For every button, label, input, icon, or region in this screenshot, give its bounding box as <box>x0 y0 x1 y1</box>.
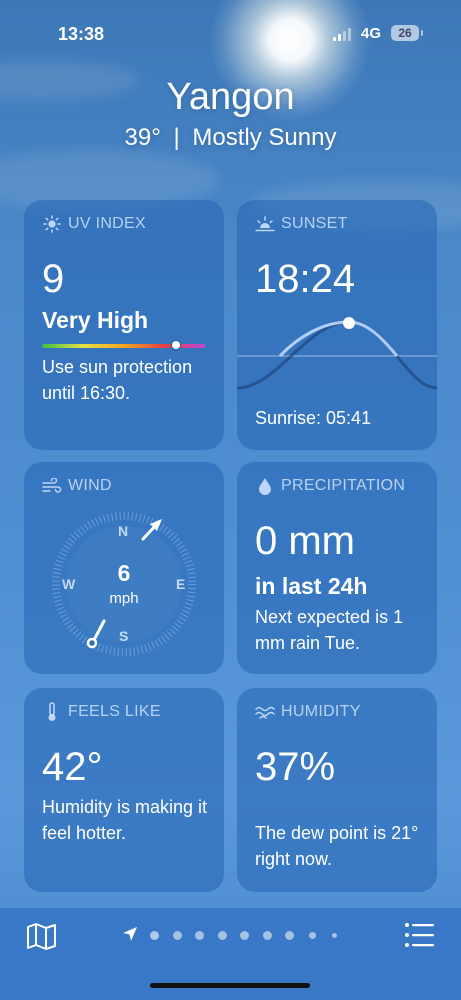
separator: | <box>173 124 180 151</box>
uv-level-marker <box>171 341 180 349</box>
uv-scale-bar <box>42 344 205 348</box>
home-indicator[interactable] <box>150 983 310 988</box>
sunrise-time: Sunrise: 05:41 <box>255 408 372 428</box>
location-header: Yangon 39° | Mostly Sunny <box>0 72 461 152</box>
status-time: 13:38 <box>58 24 105 44</box>
precipitation-card[interactable]: PRECIPITATION 0 mm in last 24h Next expe… <box>237 462 437 674</box>
page-dot[interactable] <box>262 930 272 940</box>
thermometer-icon <box>42 702 62 721</box>
wind-compass: N E S W 6 mph <box>52 512 196 656</box>
card-header: WIND <box>42 477 112 495</box>
humidity-value: 37% <box>255 745 336 789</box>
battery-icon: 26 <box>391 25 419 41</box>
current-conditions: 39° | Mostly Sunny <box>0 124 461 152</box>
page-dot[interactable] <box>308 931 316 939</box>
card-title: UV INDEX <box>68 215 146 232</box>
card-header: PRECIPITATION <box>255 477 405 495</box>
page-dot[interactable] <box>332 932 337 938</box>
page-dot[interactable] <box>150 930 159 940</box>
humidity-description: The dew point is 21° right now. <box>255 823 419 869</box>
wind-card[interactable]: WIND N E S W 6 mph <box>24 462 224 674</box>
compass-north: N <box>118 523 129 539</box>
sun-icon <box>42 215 62 233</box>
list-icon <box>405 923 434 947</box>
network-label: 4G <box>361 25 382 42</box>
card-header: HUMIDITY <box>255 703 361 721</box>
sunset-card[interactable]: SUNSET 18:24 Sunrise: 05:41 <box>237 200 437 450</box>
uv-index-card[interactable]: UV INDEX 9 Very High Use sun protection … <box>24 200 224 450</box>
card-title: HUMIDITY <box>281 703 361 720</box>
humidity-icon <box>255 703 275 721</box>
condition-text: Mostly Sunny <box>192 124 337 151</box>
page-dot[interactable] <box>240 930 249 940</box>
feels-like-description: Humidity is making it feel hotter. <box>42 797 208 843</box>
status-bar: 13:38 4G 26 <box>0 0 461 60</box>
uv-level: Very High <box>42 307 149 333</box>
precipitation-description: Next expected is 1 mm rain Tue. <box>255 607 404 653</box>
page-dot[interactable] <box>217 930 227 940</box>
location-arrow-icon[interactable] <box>122 926 138 942</box>
card-title: PRECIPITATION <box>281 477 406 494</box>
city-name: Yangon <box>166 76 295 118</box>
sun-position-marker <box>343 317 355 329</box>
card-title: FEELS LIKE <box>68 703 161 720</box>
feels-like-value: 42° <box>42 745 103 789</box>
card-header: FEELS LIKE <box>42 702 161 721</box>
wind-unit: mph <box>109 590 139 607</box>
sun-path-graph <box>237 317 437 390</box>
bottom-toolbar <box>0 908 461 1000</box>
compass-south: S <box>119 628 129 644</box>
card-header: SUNSET <box>255 215 348 233</box>
page-dot[interactable] <box>285 930 294 940</box>
raindrop-icon <box>255 477 275 495</box>
precipitation-amount: 0 mm <box>255 519 355 563</box>
city-list-button[interactable] <box>404 922 436 948</box>
card-header: UV INDEX <box>42 215 146 233</box>
wind-icon <box>42 477 62 495</box>
precipitation-period: in last 24h <box>255 573 368 599</box>
sunset-icon <box>255 215 275 233</box>
card-title: WIND <box>68 477 112 494</box>
sunset-time: 18:24 <box>255 257 356 301</box>
map-button[interactable] <box>26 922 58 950</box>
card-title: SUNSET <box>281 215 348 232</box>
page-dot[interactable] <box>195 930 204 940</box>
uv-value: 9 <box>42 257 65 301</box>
signal-icon <box>333 28 353 41</box>
wind-speed: 6 <box>117 560 131 586</box>
feels-like-card[interactable]: FEELS LIKE 42° Humidity is making it fee… <box>24 688 224 892</box>
current-temperature: 39° <box>124 124 161 151</box>
page-dot[interactable] <box>172 930 182 940</box>
battery-nub <box>421 30 423 36</box>
uv-description: Use sun protection until 16:30. <box>42 357 193 403</box>
humidity-card[interactable]: HUMIDITY 37% The dew point is 21° right … <box>237 688 437 892</box>
map-icon <box>27 923 56 950</box>
